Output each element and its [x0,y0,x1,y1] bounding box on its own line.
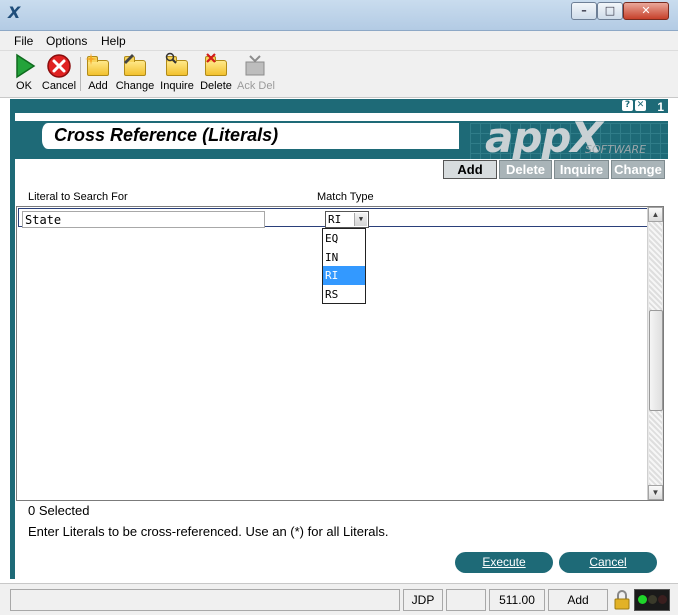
tab-change[interactable]: Change [611,160,665,179]
ok-button[interactable]: OK [10,53,38,95]
minimize-button[interactable]: – [571,2,597,20]
menu-bar: File Options Help [0,31,678,51]
literal-input[interactable]: State [22,211,265,228]
dropdown-option-ri[interactable]: RI [323,266,365,285]
toolbar: OK Cancel Add Change Inquire Delete Ack … [0,51,678,98]
status-version: 511.00 [489,589,545,611]
dropdown-option-eq[interactable]: EQ [323,229,365,248]
status-bar: JDP 511.00 Add [0,583,678,615]
menu-help[interactable]: Help [101,34,126,48]
ok-icon [10,53,38,79]
cancel-icon [40,53,78,79]
inquire-icon [164,52,190,79]
cancel-button[interactable]: Cancel [559,552,657,573]
literal-column-label: Literal to Search For [28,191,128,203]
change-toolbar-button[interactable]: Change [115,53,155,95]
status-empty [446,589,486,611]
dropdown-option-in[interactable]: IN [323,248,365,267]
inquire-toolbar-button[interactable]: Inquire [158,52,196,95]
help-icon[interactable]: ? [622,100,633,111]
dropdown-option-rs[interactable]: RS [323,285,365,304]
lock-icon [612,589,632,611]
appx-logo-sub: SOFTWARE [585,143,647,156]
app-icon: X [8,3,21,22]
scroll-down-icon[interactable]: ▼ [648,485,663,500]
chevron-down-icon[interactable]: ▼ [354,213,367,226]
vertical-scrollbar[interactable]: ▲ ▼ [647,207,663,500]
status-message [10,589,400,611]
tab-add[interactable]: Add [443,160,497,179]
page-title: Cross Reference (Literals) [54,125,279,145]
delete-icon [203,53,229,79]
window-titlebar: X – □ ✕ [0,0,678,31]
menu-options[interactable]: Options [46,34,87,48]
scroll-up-icon[interactable]: ▲ [648,207,663,222]
selected-count: 0 Selected [28,503,90,518]
add-icon [85,53,111,79]
table-row[interactable]: State RI ▼ [18,208,649,228]
ack-del-toolbar-button[interactable]: Ack Del [237,53,275,95]
match-type-select[interactable]: RI ▼ [325,211,369,228]
cancel-toolbar-button[interactable]: Cancel [40,53,78,95]
match-type-dropdown: EQ IN RI RS [322,228,366,304]
frame-close-icon[interactable]: ✕ [635,100,646,111]
match-type-column-label: Match Type [317,191,374,203]
message-area: 0 Selected Enter Literals to be cross-re… [15,501,668,579]
scroll-track[interactable] [649,222,663,485]
close-window-button[interactable]: ✕ [623,2,669,20]
menu-file[interactable]: File [14,34,33,48]
scroll-thumb[interactable] [649,310,663,411]
restore-button[interactable]: □ [597,2,623,20]
frame-number: 1 [657,100,664,114]
delete-toolbar-button[interactable]: Delete [199,53,233,95]
add-toolbar-button[interactable]: Add [85,53,111,95]
instructions-text: Enter Literals to be cross-referenced. U… [28,524,389,539]
status-user: JDP [403,589,443,611]
toolbar-separator [80,57,81,91]
tab-inquire[interactable]: Inquire [554,160,609,179]
tab-delete[interactable]: Delete [499,160,552,179]
title-plate: Cross Reference (Literals) [39,123,459,149]
traffic-lights-icon [634,589,670,611]
ack-del-icon [242,53,268,79]
change-icon [122,53,148,79]
execute-button[interactable]: Execute [455,552,553,573]
status-mode: Add [548,589,608,611]
